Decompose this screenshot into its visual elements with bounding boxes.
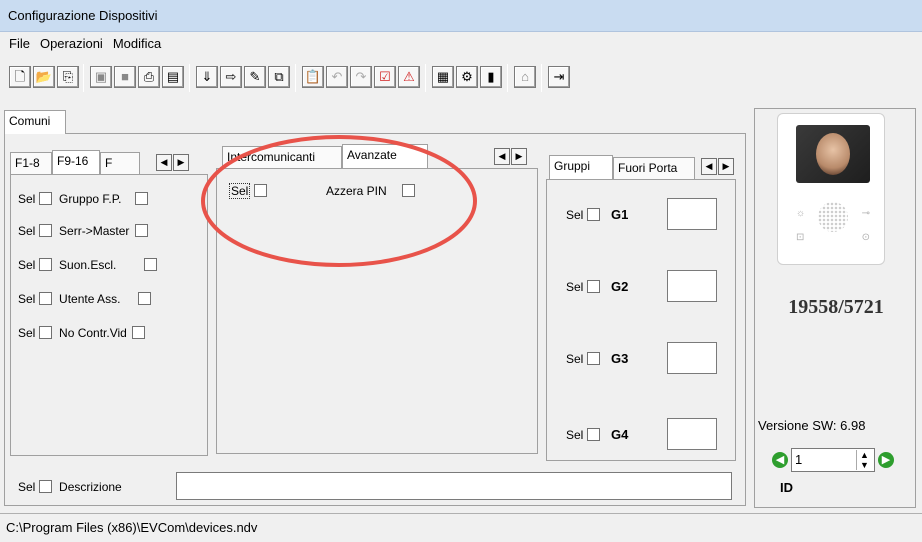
- tab-scroll-left-icon[interactable]: ◀: [156, 154, 172, 171]
- sel-checkbox[interactable]: [253, 184, 267, 197]
- row-g1: Sel G1: [566, 207, 629, 222]
- row-suon-escl: Sel Suon.Escl.: [18, 258, 157, 272]
- spinner-icon[interactable]: ▲ ▼: [856, 450, 872, 470]
- sel-checkbox[interactable]: [38, 224, 52, 237]
- device-screen: [796, 125, 870, 183]
- tab-scroll-right-icon[interactable]: ▶: [173, 154, 189, 171]
- g3-input[interactable]: [667, 342, 717, 374]
- sel-checkbox[interactable]: [586, 428, 600, 441]
- azzera-pin-checkbox[interactable]: [402, 184, 416, 197]
- sel-checkbox[interactable]: [586, 352, 600, 365]
- print-icon[interactable]: ⎙: [138, 66, 160, 88]
- row-utente-ass: Sel Utente Ass.: [18, 292, 151, 306]
- tab-comuni-label: Comuni: [9, 114, 51, 128]
- serr-master-checkbox[interactable]: [134, 224, 148, 237]
- suon-escl-checkbox[interactable]: [143, 258, 157, 271]
- row-azzera-pin: Azzera PIN: [326, 184, 416, 198]
- save-icon[interactable]: ▣: [90, 66, 112, 88]
- g2-input[interactable]: [667, 270, 717, 302]
- id-label: ID: [780, 480, 793, 495]
- descrizione-input[interactable]: [176, 472, 732, 500]
- menu-file[interactable]: File: [4, 32, 35, 56]
- row-descrizione: Sel Descrizione: [18, 480, 122, 494]
- gruppo-fp-checkbox[interactable]: [134, 192, 148, 205]
- tab-f-truncated[interactable]: F: [100, 152, 140, 174]
- sel-checkbox[interactable]: [586, 208, 600, 221]
- undo-icon[interactable]: ↶: [326, 66, 348, 88]
- g4-input[interactable]: [667, 418, 717, 450]
- alert-icon[interactable]: ⚠: [398, 66, 420, 88]
- sort-icon[interactable]: ⇓: [196, 66, 218, 88]
- tag-icon[interactable]: ⌂: [514, 66, 536, 88]
- row-gruppo-fp: Sel Gruppo F.P.: [18, 192, 148, 206]
- tab-f1-8[interactable]: F1-8: [10, 152, 52, 174]
- new-file-icon[interactable]: 🗋: [9, 66, 31, 88]
- row-serr-master: Sel Serr->Master: [18, 224, 148, 238]
- exit-icon[interactable]: ⇥: [548, 66, 570, 88]
- row-g3: Sel G3: [566, 351, 629, 366]
- row-avanzate-sel: Sel: [229, 183, 267, 199]
- settings-icon[interactable]: ⚙: [456, 66, 478, 88]
- row-g4: Sel G4: [566, 427, 629, 442]
- title-bar: Configurazione Dispositivi: [0, 0, 922, 32]
- sel-checkbox[interactable]: [38, 326, 52, 339]
- sel-checkbox[interactable]: [38, 258, 52, 271]
- functions-panel: [10, 174, 208, 456]
- version-label: Versione SW: 6.98: [758, 418, 866, 433]
- import-icon[interactable]: ⎘: [57, 66, 79, 88]
- status-bar: C:\Program Files (x86)\EVCom\devices.ndv: [0, 513, 922, 541]
- tab-fuori-porta[interactable]: Fuori Porta: [613, 157, 695, 179]
- sel-checkbox[interactable]: [38, 292, 52, 305]
- export-icon[interactable]: ⇨: [220, 66, 242, 88]
- menu-operazioni[interactable]: Operazioni: [35, 32, 108, 56]
- row-no-contr-vid: Sel No Contr.Vid: [18, 326, 146, 340]
- check-icon[interactable]: ☑: [374, 66, 396, 88]
- sel-checkbox[interactable]: [38, 480, 52, 493]
- tab-f9-16[interactable]: F9-16: [52, 150, 100, 174]
- next-arrow-icon[interactable]: ▶: [878, 452, 894, 468]
- tab-scroll-right-icon[interactable]: ▶: [718, 158, 734, 175]
- window-title: Configurazione Dispositivi: [8, 8, 158, 23]
- tab-avanzate[interactable]: Avanzate: [342, 144, 428, 168]
- book-icon[interactable]: ▮: [480, 66, 502, 88]
- save-all-icon[interactable]: ■: [114, 66, 136, 88]
- toolbar: 🗋 📂 ⎘ ▣ ■ ⎙ ▤ ⇓ ⇨ ✎ ⧉ 📋 ↶ ↷ ☑ ⚠ ▦ ⚙ ▮ ⌂ …: [0, 62, 922, 104]
- status-path: C:\Program Files (x86)\EVCom\devices.ndv: [6, 520, 258, 535]
- device-model: 19558/5721: [788, 296, 884, 318]
- menu-modifica[interactable]: Modifica: [108, 32, 166, 56]
- tab-comuni[interactable]: Comuni: [4, 110, 66, 134]
- tab-scroll-left-icon[interactable]: ◀: [701, 158, 717, 175]
- utente-ass-checkbox[interactable]: [137, 292, 151, 305]
- id-input[interactable]: 1 ▲ ▼: [791, 448, 875, 472]
- tab-intercomunicanti[interactable]: Intercomunicanti: [222, 146, 342, 168]
- print-preview-icon[interactable]: ▤: [162, 66, 184, 88]
- calendar-icon[interactable]: ▦: [432, 66, 454, 88]
- menu-bar: File Operazioni Modifica: [0, 32, 922, 56]
- tab-scroll-left-icon[interactable]: ◀: [494, 148, 510, 165]
- edit-icon[interactable]: ✎: [244, 66, 266, 88]
- open-folder-icon[interactable]: 📂: [33, 66, 55, 88]
- paste-icon[interactable]: 📋: [302, 66, 324, 88]
- sel-checkbox[interactable]: [586, 280, 600, 293]
- copy-icon[interactable]: ⧉: [268, 66, 290, 88]
- row-g2: Sel G2: [566, 279, 629, 294]
- g1-input[interactable]: [667, 198, 717, 230]
- device-image: ☼ ⊡ ⊸ ⊙: [777, 113, 885, 265]
- redo-icon[interactable]: ↷: [350, 66, 372, 88]
- tab-gruppi[interactable]: Gruppi: [549, 155, 613, 179]
- previous-arrow-icon[interactable]: ◀: [772, 452, 788, 468]
- advanced-panel: [216, 168, 538, 454]
- device-buttons-icon: ☼ ⊡ ⊸ ⊙: [794, 194, 872, 254]
- tab-scroll-right-icon[interactable]: ▶: [511, 148, 527, 165]
- no-contr-vid-checkbox[interactable]: [132, 326, 146, 339]
- sel-checkbox[interactable]: [38, 192, 52, 205]
